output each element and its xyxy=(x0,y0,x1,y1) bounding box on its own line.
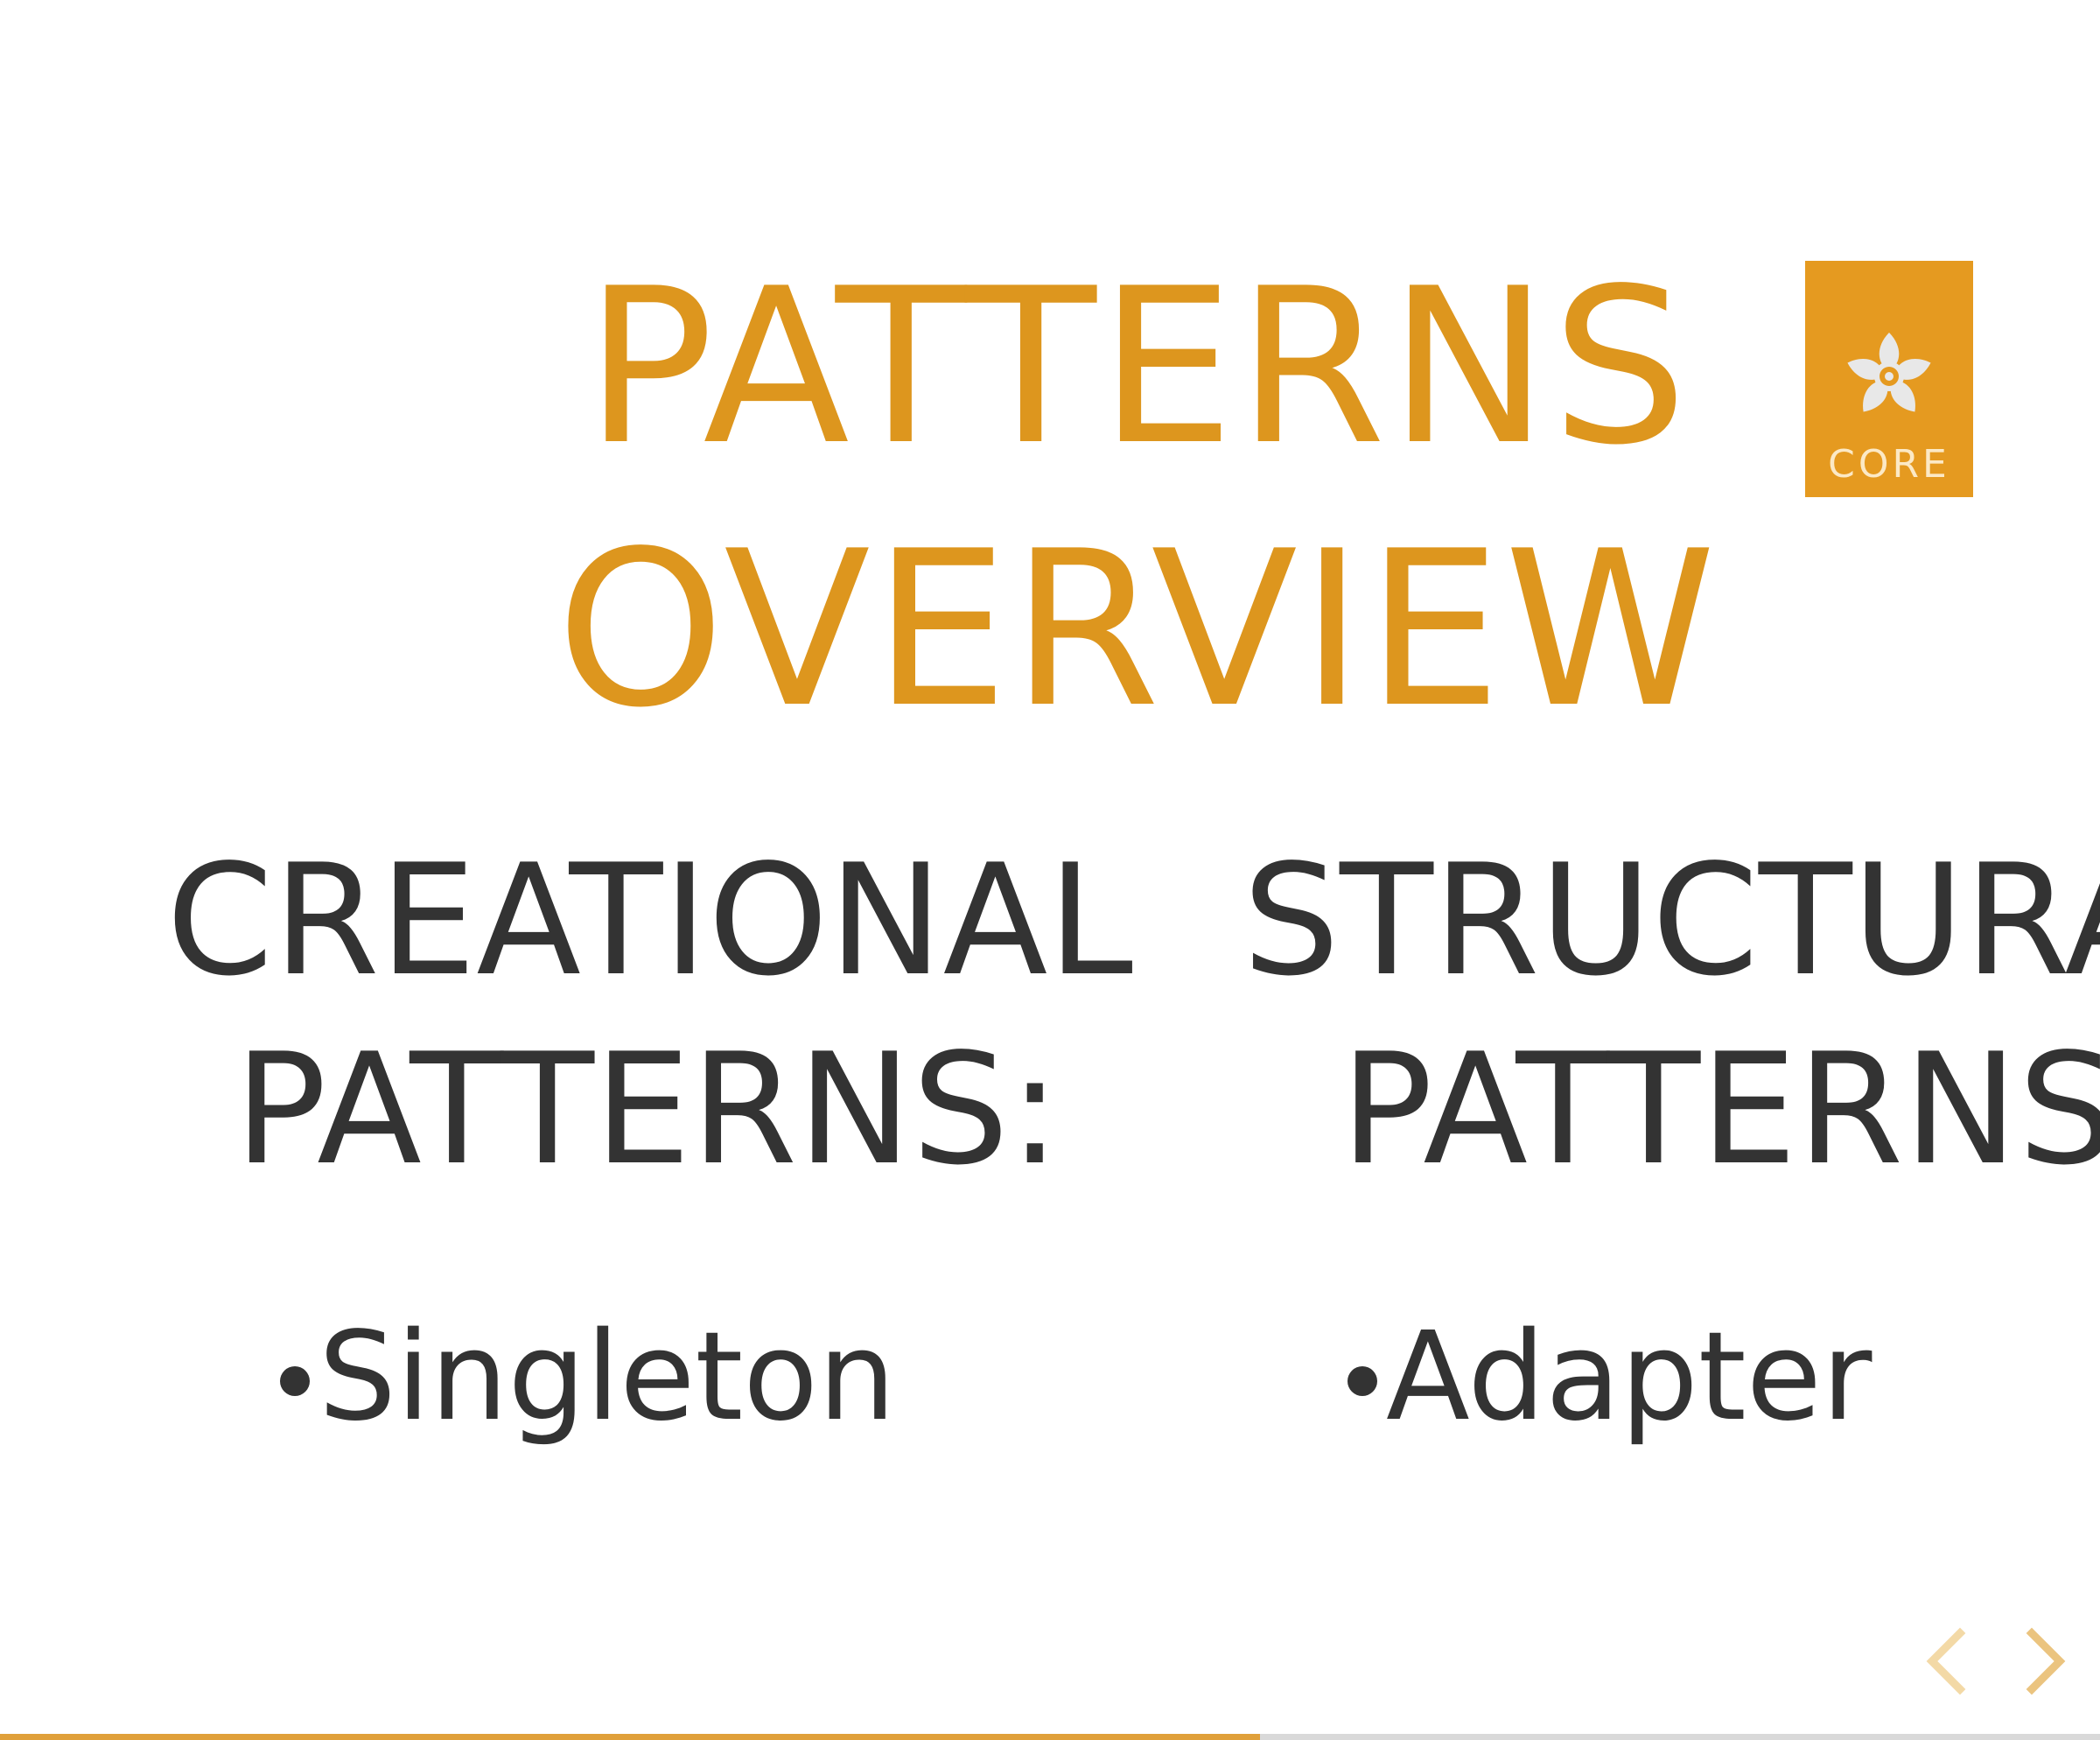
slide-title-line-2: OVERVIEW xyxy=(556,505,1719,754)
slide: PATTERNS OVERVIEW CORE CREATIONAL PATTER… xyxy=(0,0,2100,1740)
creational-list: Singleton xyxy=(280,1303,1129,1452)
structural-heading: STRUCTURAL PATTERNS: xyxy=(1242,827,2100,1205)
progress-bar xyxy=(0,1734,2100,1740)
core-badge: CORE xyxy=(1805,261,1973,497)
creational-heading-line-1: CREATIONAL xyxy=(166,832,1133,1010)
badge-label: CORE xyxy=(1828,442,1950,487)
structural-column: STRUCTURAL PATTERNS: Adapter xyxy=(1212,827,2100,1452)
creational-heading-line-2: PATTERNS: xyxy=(234,1021,1061,1199)
structural-heading-line-1: STRUCTURAL xyxy=(1242,832,2100,1010)
list-item-label: Adapter xyxy=(1386,1306,1872,1449)
structural-heading-line-2: PATTERNS: xyxy=(1340,1021,2100,1199)
flower-icon xyxy=(1847,333,1931,412)
list-item: Singleton xyxy=(280,1303,1129,1452)
structural-list: Adapter xyxy=(1348,1303,2100,1452)
previous-slide-button[interactable] xyxy=(1923,1626,1972,1696)
bullet-icon xyxy=(280,1366,310,1396)
progress-bar-fill xyxy=(0,1734,1260,1740)
chevron-right-icon xyxy=(2026,1627,2066,1695)
creational-column: CREATIONAL PATTERNS: Singleton xyxy=(166,827,1133,1452)
slide-title: PATTERNS OVERVIEW xyxy=(394,236,1881,761)
list-item-label: Singleton xyxy=(318,1306,896,1449)
list-item: Adapter xyxy=(1348,1303,2100,1452)
next-slide-button[interactable] xyxy=(2020,1626,2068,1696)
chevron-left-icon xyxy=(1926,1627,1966,1695)
creational-heading: CREATIONAL PATTERNS: xyxy=(166,827,1133,1205)
bullet-icon xyxy=(1348,1366,1377,1396)
slide-title-line-1: PATTERNS xyxy=(584,242,1690,492)
